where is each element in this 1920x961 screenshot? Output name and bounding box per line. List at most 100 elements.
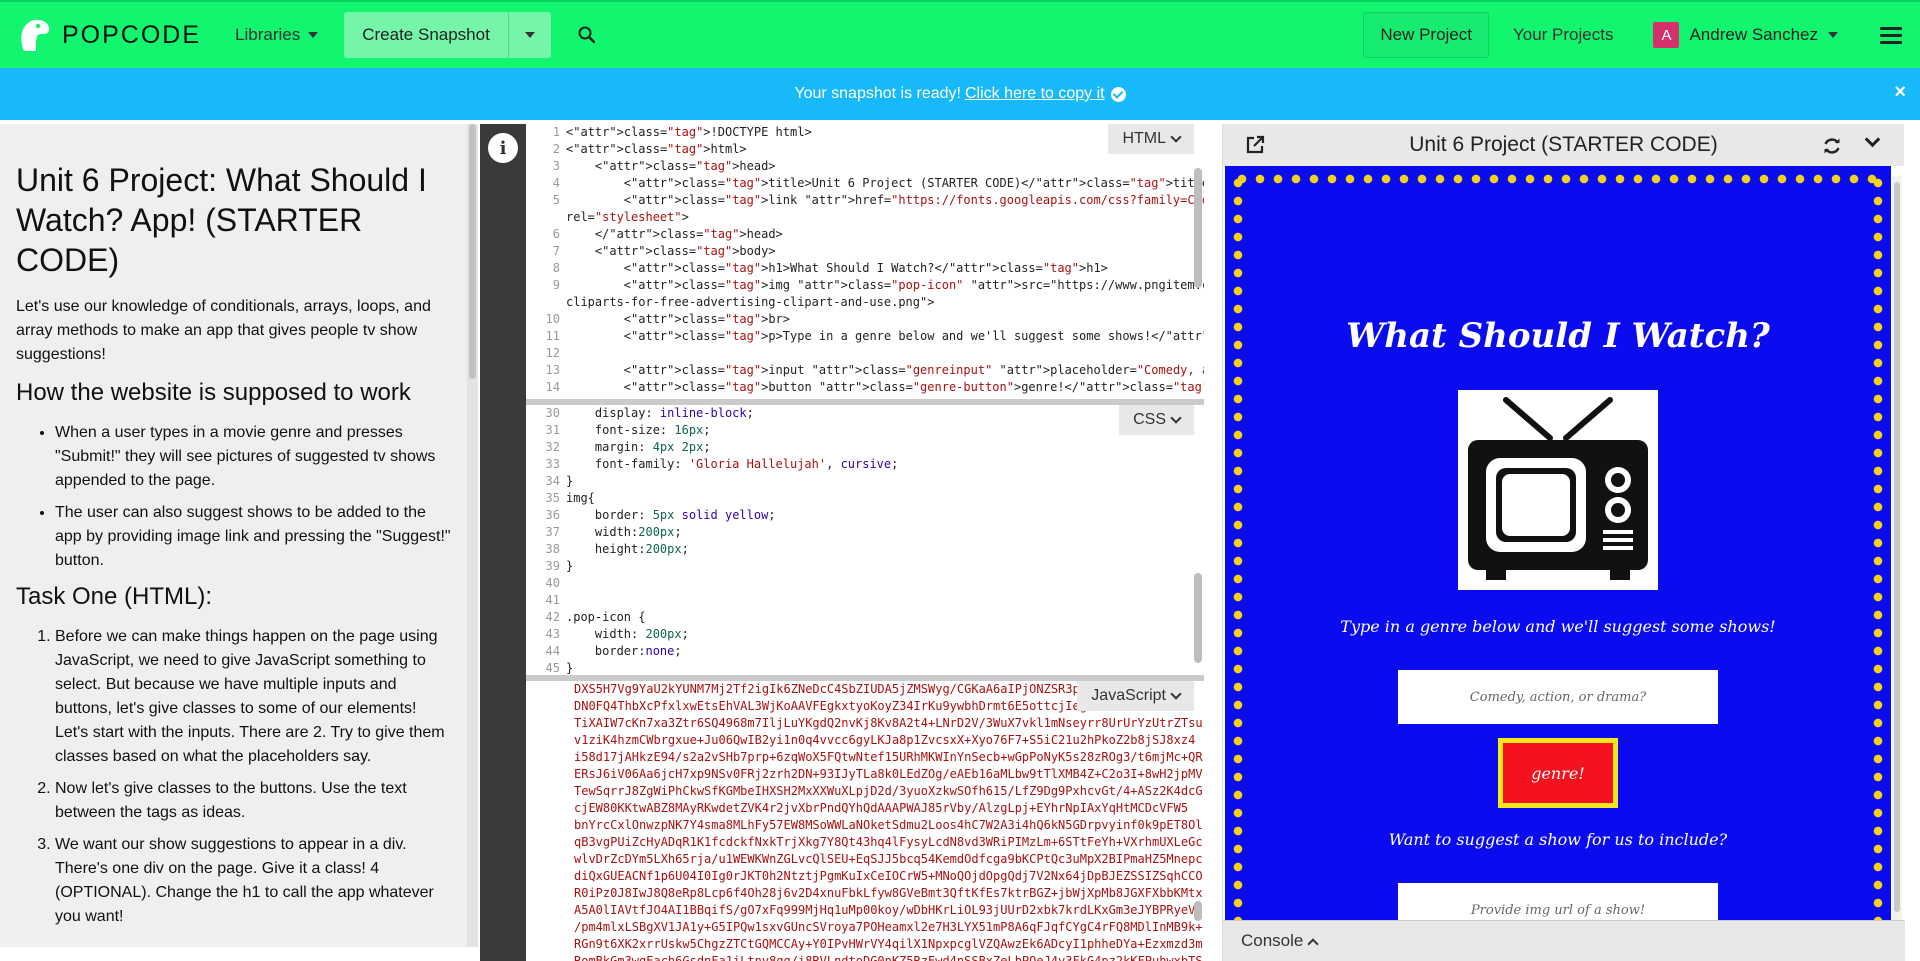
css-code-line[interactable]: 36 border: 5px solid yellow; [526, 507, 1204, 524]
snapshot-options-button[interactable] [508, 12, 551, 58]
javascript-code-line[interactable]: RomBkGm3wgEach6GsdnFa1iLtnv8qg/i8RVLndto… [526, 953, 1204, 961]
genre-button[interactable]: genre! [1498, 738, 1618, 808]
css-code-line[interactable]: 35 img{ [526, 490, 1204, 507]
external-link-icon[interactable] [1245, 135, 1265, 155]
tv-icon [1458, 390, 1658, 590]
top-navbar: POPCODE Libraries Create Snapshot New Pr… [0, 0, 1920, 68]
chevron-down-icon [1170, 688, 1182, 700]
line-number: 7 [552, 244, 560, 258]
chevron-down-icon[interactable] [1864, 131, 1881, 148]
html-code-line[interactable]: 2 <"attr">class="tag">html> [526, 141, 1204, 158]
html-code-line[interactable]: 3 <"attr">class="tag">head> [526, 158, 1204, 175]
logo[interactable]: POPCODE [16, 17, 201, 53]
html-code-line[interactable]: 6 </"attr">class="tag">head> [526, 226, 1204, 243]
html-code-line[interactable]: 5 <"attr">class="tag">link "attr">href="… [526, 192, 1204, 209]
css-code-line[interactable]: 31 font-size: 16px; [526, 422, 1204, 439]
line-number: 3 [552, 159, 560, 173]
javascript-code-line[interactable]: TiXAIW7cKn7xa3Ztr6SQ4968m7IljLuYKgdQ2nvK… [526, 715, 1204, 732]
javascript-code-line[interactable]: ERsJ6iV06Aa6jcH7xp9NSv0FRj2zrh2DN+93IJyT… [526, 766, 1204, 783]
javascript-code-line[interactable]: TewSqrrJ8ZgWiPhCkwSfKGMbeIHXSH2MxXXWuXLp… [526, 783, 1204, 800]
user-menu[interactable]: A Andrew Sanchez [1653, 22, 1838, 48]
css-code-line[interactable]: 42 .pop-icon { [526, 609, 1204, 626]
instructions-scrollbar[interactable] [467, 124, 478, 947]
code-text: <"attr">class="tag">link "attr">href="ht… [566, 193, 1204, 207]
console-toggle[interactable]: Console [1223, 920, 1905, 961]
javascript-code-line[interactable]: bnYrcCxlOnwzpNK7Y4sma8MLhFy57EW8MSoWWLaN… [526, 817, 1204, 834]
copy-snapshot-link[interactable]: Click here to copy it [965, 85, 1105, 103]
line-number: 9 [552, 278, 560, 292]
suggest-input[interactable]: Provide img url of a show! [1398, 883, 1718, 920]
css-scrollbar[interactable] [1194, 573, 1202, 663]
info-icon[interactable]: i [488, 133, 518, 163]
notification-text: Your snapshot is ready! [794, 85, 961, 102]
html-code-line[interactable]: 1 <"attr">class="tag">!DOCTYPE html> [526, 124, 1204, 141]
html-code-line[interactable]: 7 <"attr">class="tag">body> [526, 243, 1204, 260]
css-code-line[interactable]: 45} [526, 660, 1204, 675]
css-code-line[interactable]: 41 [526, 592, 1204, 609]
css-code-line[interactable]: 30 display: inline-block; [526, 405, 1204, 422]
code-text: <"attr">class="tag">!DOCTYPE html> [566, 125, 812, 139]
javascript-code-line[interactable]: wlvDrZcDYm5LXh65rja/u1WEWKWnZGLvcQlSEU+E… [526, 851, 1204, 868]
line-number: 31 [545, 423, 560, 437]
javascript-tab[interactable]: JavaScript [1077, 681, 1194, 711]
javascript-code-line[interactable]: /pm4mlxLSBgXV1JA1y+G5IPQw1sxvGUncSVroya7… [526, 919, 1204, 936]
preview-scrollbar[interactable] [1892, 176, 1902, 920]
css-code-line[interactable]: 43 width: 200px; [526, 626, 1204, 643]
refresh-icon[interactable] [1822, 136, 1842, 156]
javascript-code-line[interactable]: diQxGUEACNf1p6U04I0Ig0rJKT0h2NtztjPgmKuI… [526, 868, 1204, 885]
css-editor[interactable]: 30 display: inline-block; 31 font-size: 1… [526, 405, 1204, 675]
html-code[interactable]: 1 <"attr">class="tag">!DOCTYPE html> 2 <"at… [526, 124, 1204, 396]
css-tab[interactable]: CSS [1119, 405, 1194, 435]
hamburger-menu-icon[interactable] [1880, 26, 1902, 44]
libraries-dropdown[interactable]: Libraries [235, 25, 319, 45]
your-projects-link[interactable]: Your Projects [1513, 25, 1613, 45]
code-text: <"attr">class="tag">title>Unit 6 Project… [566, 176, 1204, 190]
css-code-line[interactable]: 39} [526, 558, 1204, 575]
javascript-code-line[interactable]: v1ziK4hzmCWbrgxue+Ju06QwIB2yi1n0q4vvcc6g… [526, 732, 1204, 749]
javascript-code-line[interactable]: qB3vgPUiZcHyADqR1K1fcdckfNxkTrjXkg7Y8Qt4… [526, 834, 1204, 851]
code-text: <"attr">class="tag">p>Type in a genre be… [566, 329, 1204, 343]
html-code-line[interactable]: 9 <"attr">class="tag">img "attr">class="… [526, 277, 1204, 294]
html-code-line[interactable]: 12 [526, 345, 1204, 362]
html-code-line[interactable]: 10 <"attr">class="tag">br> [526, 311, 1204, 328]
css-code-line[interactable]: 44 border:none; [526, 643, 1204, 660]
javascript-code-line[interactable]: R0iPz0J8IwJ8Q8eRp8Lcp6f4Oh28j6v2D4xnuFbk… [526, 885, 1204, 902]
html-code-line[interactable]: 13 <"attr">class="tag">input "attr">clas… [526, 362, 1204, 379]
genre-input[interactable]: Comedy, action, or drama? [1398, 670, 1718, 724]
css-code[interactable]: 30 display: inline-block; 31 font-size: 1… [526, 405, 1204, 675]
css-code-line[interactable]: 32 margin: 4px 2px; [526, 439, 1204, 456]
html-scrollbar[interactable] [1194, 168, 1202, 288]
javascript-code-line[interactable]: cjEW80KKtwABZ8MAyRKwdetZVK4r2jvXbrPndQYh… [526, 800, 1204, 817]
javascript-code-line[interactable]: A5A0lIAVtfJO4AI1BBqifS/gO7xFq999MjHq1uMp… [526, 902, 1204, 919]
javascript-editor[interactable]: DXS5H7Vg9YaU2kYUNM7Mj2Tf2igIk6ZNeDcC4SbZ… [526, 681, 1204, 961]
code-text: <"attr">class="tag">body> [566, 244, 776, 258]
css-code-line[interactable]: 38 height:200px; [526, 541, 1204, 558]
list-item: Before we can make things happen on the … [55, 625, 451, 769]
brand-name: POPCODE [62, 20, 202, 49]
css-code-line[interactable]: 34} [526, 473, 1204, 490]
code-text: width:200px; [566, 525, 682, 539]
javascript-code-line[interactable]: i58d17jAHkzE94/s2a2vSHb7prp+6zqWoX5FQtwN… [526, 749, 1204, 766]
new-project-button[interactable]: New Project [1363, 12, 1489, 58]
search-icon[interactable] [577, 25, 597, 45]
html-code-line[interactable]: 14 <"attr">class="tag">button "attr">cla… [526, 379, 1204, 396]
create-snapshot-button[interactable]: Create Snapshot [344, 12, 509, 58]
javascript-code[interactable]: DXS5H7Vg9YaU2kYUNM7Mj2Tf2igIk6ZNeDcC4SbZ… [526, 681, 1204, 961]
html-tab[interactable]: HTML [1108, 124, 1194, 154]
preview-prompt: Type in a genre below and we'll suggest … [1340, 617, 1776, 636]
html-code-line[interactable]: cliparts-for-free-advertising-clipart-an… [526, 294, 1204, 311]
close-icon[interactable]: × [1894, 81, 1906, 104]
html-editor[interactable]: 1 <"attr">class="tag">!DOCTYPE html> 2 <"at… [526, 124, 1204, 399]
javascript-scrollbar[interactable] [1194, 901, 1202, 921]
css-code-line[interactable]: 37 width:200px; [526, 524, 1204, 541]
section-heading: How the website is supposed to work [16, 379, 411, 406]
html-code-line[interactable]: 11 <"attr">class="tag">p>Type in a genre… [526, 328, 1204, 345]
code-text: cliparts-for-free-advertising-clipart-an… [566, 295, 935, 309]
javascript-code-line[interactable]: RGn9t6XK2xrrUskw5ChgzZTCtGQMCCAy+Y0IPvHW… [526, 936, 1204, 953]
css-code-line[interactable]: 33 font-family: 'Gloria Hallelujah', cur… [526, 456, 1204, 473]
html-code-line[interactable]: 8 <"attr">class="tag">h1>What Should I W… [526, 260, 1204, 277]
css-code-line[interactable]: 40 [526, 575, 1204, 592]
html-code-line[interactable]: 4 <"attr">class="tag">title>Unit 6 Proje… [526, 175, 1204, 192]
html-code-line[interactable]: rel="stylesheet"> [526, 209, 1204, 226]
html-tab-label: HTML [1122, 130, 1166, 147]
